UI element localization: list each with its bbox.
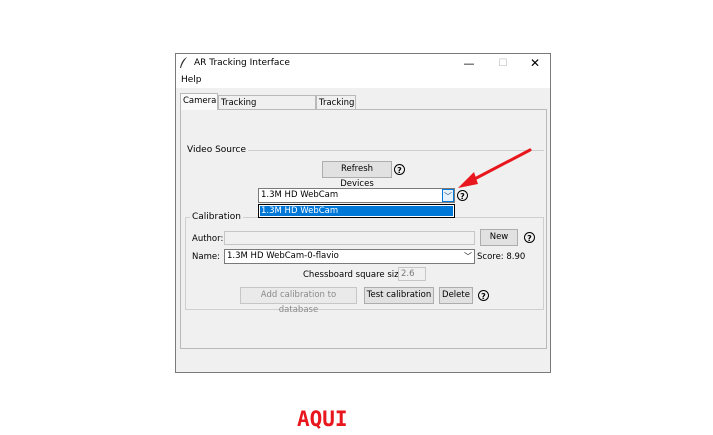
annotation-arrow-icon: [458, 148, 532, 188]
aqui-text: AQUI: [297, 407, 348, 429]
tab-camera[interactable]: Camera: [180, 93, 218, 110]
aqui-caption: AQUI: [297, 407, 348, 429]
